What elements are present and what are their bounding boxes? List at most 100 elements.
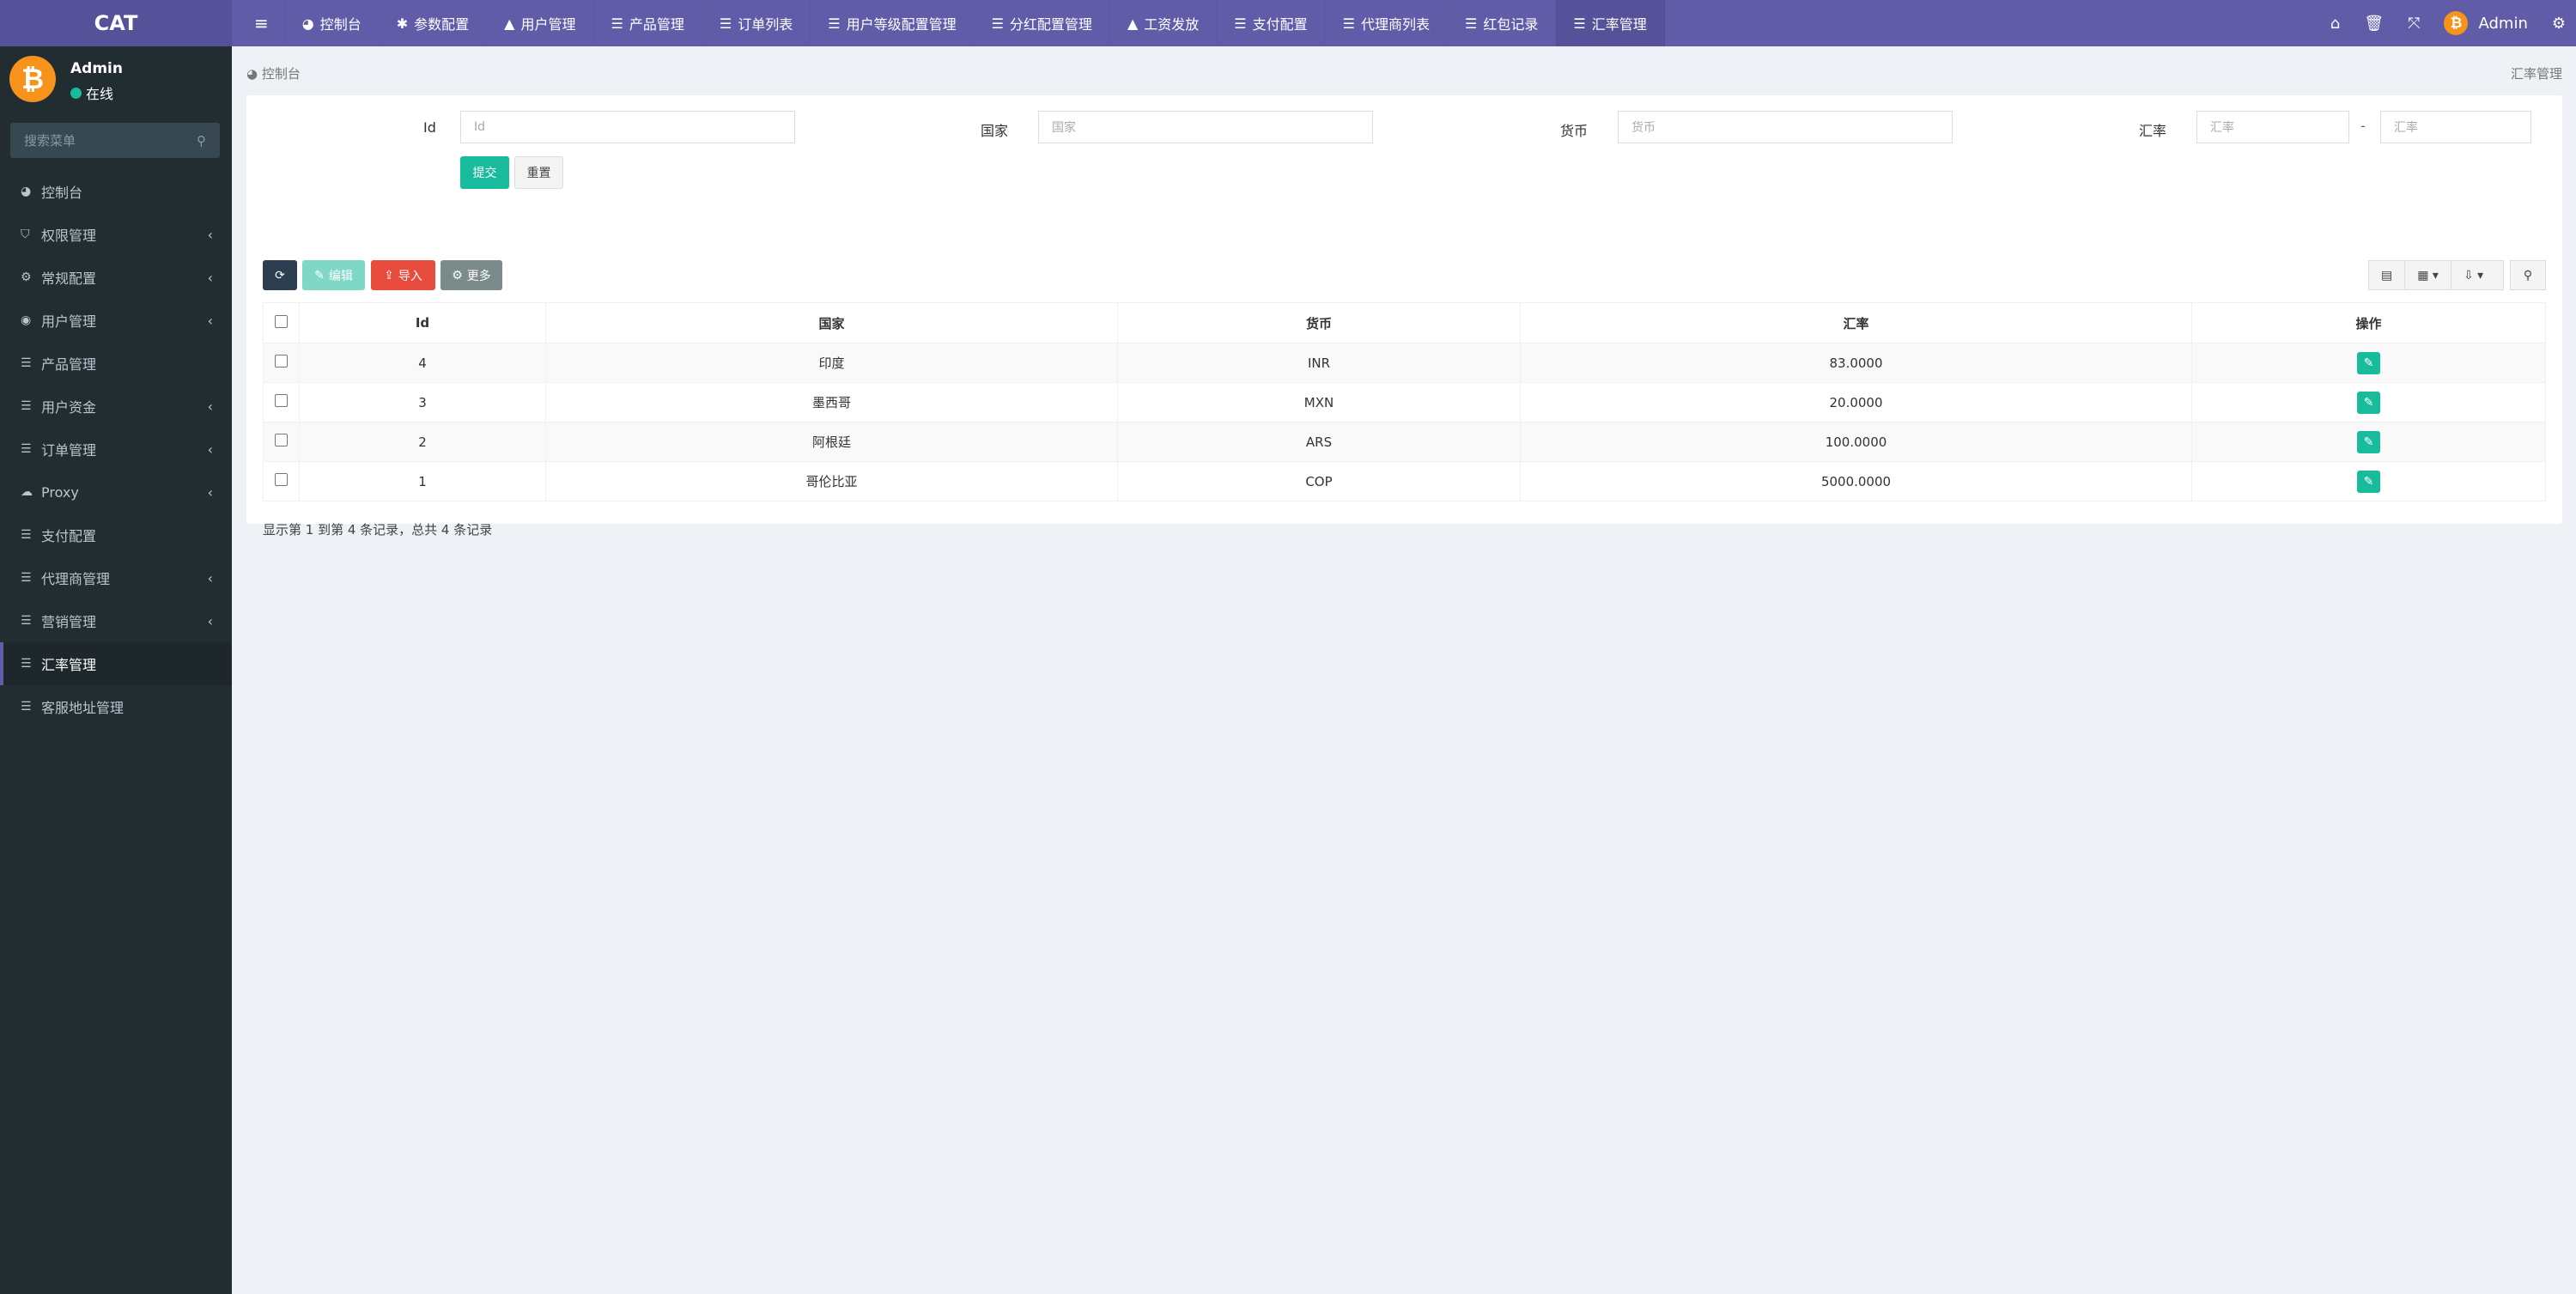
search-icon: ⚲ (2523, 268, 2533, 282)
sidebar-item[interactable]: ☰ 汇率管理 (0, 642, 232, 685)
cell-actions: ✎ (2191, 343, 2546, 383)
edit-button[interactable]: ✎ 编辑 (302, 260, 365, 290)
row-checkbox[interactable] (275, 473, 288, 486)
select-all-checkbox[interactable] (275, 314, 288, 328)
columns-icon[interactable]: ▦ ▾ (2405, 261, 2451, 289)
currency-input[interactable]: 货币 (1618, 111, 1953, 143)
nav-tab-label: 支付配置 (1252, 16, 1308, 33)
list-icon: ☰ (1342, 15, 1355, 32)
list-icon: ☰ (21, 399, 32, 413)
sidebar-item[interactable]: ◕ 控制台 (0, 170, 232, 213)
table-tools: ▤ ▦ ▾ ⇩ ▾ (2368, 260, 2504, 290)
sidebar-item[interactable]: ◉ 用户管理 ‹ (0, 299, 232, 342)
edit-row-button[interactable]: ✎ (2357, 430, 2380, 453)
table-row: 4 印度 INR 83.0000 ✎ (263, 343, 2546, 383)
nav-tab[interactable]: ☰ 分红配置管理 (975, 0, 1110, 46)
import-button[interactable]: ⇪ 导入 (371, 260, 435, 290)
list-icon: ☰ (1464, 15, 1478, 32)
user-menu[interactable]: ₿ Admin (2444, 11, 2528, 35)
more-button[interactable]: ⚙ 更多 (440, 260, 502, 290)
sidebar-item[interactable]: ☰ 产品管理 (0, 342, 232, 385)
gears-icon[interactable]: ⚙ (2552, 15, 2566, 33)
breadcrumb-home[interactable]: 控制台 (262, 66, 301, 82)
col-country[interactable]: 国家 (545, 302, 1118, 343)
sidebar-item-label: 汇率管理 (41, 657, 97, 673)
menu-icon: ≡ (254, 13, 269, 33)
status-dot-icon (70, 87, 82, 99)
nav-tab[interactable]: ☰ 用户等级配置管理 (811, 0, 975, 46)
sidebar-item[interactable]: ☰ 订单管理 ‹ (0, 428, 232, 471)
sidebar-item[interactable]: ☁ Proxy ‹ (0, 471, 232, 513)
export-icon[interactable]: ⇩ ▾ (2451, 261, 2495, 289)
sidebar-item[interactable]: ☰ 支付配置 (0, 513, 232, 556)
cell-id: 3 (299, 382, 546, 422)
cell-id: 1 (299, 461, 546, 501)
sidebar-toggle-button[interactable]: ≡ (232, 0, 285, 46)
nav-tab[interactable]: ✱ 参数配置 (380, 0, 488, 46)
sidebar-item[interactable]: ☰ 营销管理 ‹ (0, 599, 232, 642)
home-icon[interactable]: ⌂ (2330, 15, 2340, 33)
breadcrumb[interactable]: ◕ 控制台 (246, 64, 301, 82)
chevron-left-icon: ‹ (207, 483, 213, 501)
search-toggle-button[interactable]: ⚲ (2510, 260, 2546, 290)
toggle-view-icon[interactable]: ▤ (2369, 261, 2406, 289)
nav-tab[interactable]: ☰ 红包记录 (1448, 0, 1557, 46)
id-label: Id (423, 119, 436, 136)
trash-icon[interactable]: 🗑 (2364, 15, 2384, 33)
nav-tab[interactable]: ☰ 代理商列表 (1326, 0, 1448, 46)
nav-tab[interactable]: ☰ 汇率管理 (1556, 0, 1665, 46)
sidebar-item-label: 控制台 (41, 185, 83, 201)
id-input[interactable]: Id (460, 111, 795, 143)
sidebar-item[interactable]: ☰ 代理商管理 ‹ (0, 556, 232, 599)
list-icon: ☰ (21, 571, 32, 585)
rate-max-input[interactable]: 汇率 (2380, 111, 2531, 143)
nav-tab[interactable]: ◕ 控制台 (285, 0, 380, 46)
nav-tab[interactable]: ☰ 订单列表 (702, 0, 811, 46)
fullscreen-icon[interactable]: ⤧ (2408, 15, 2420, 33)
col-currency[interactable]: 货币 (1117, 302, 1521, 343)
main-content: ◕ 控制台 汇率管理 Id Id 国家 国家 货币 货币 汇率 汇率 - 汇率 … (232, 46, 2576, 1294)
edit-row-button[interactable]: ✎ (2357, 351, 2380, 374)
sidebar-item[interactable]: ⚙ 常规配置 ‹ (0, 256, 232, 299)
pagination-info: 显示第 1 到第 4 条记录，总共 4 条记录 (263, 522, 493, 538)
sidebar-item-label: 产品管理 (41, 356, 97, 373)
reset-button[interactable]: 重置 (514, 156, 563, 189)
rate-min-input[interactable]: 汇率 (2196, 111, 2349, 143)
row-checkbox[interactable] (275, 434, 288, 447)
search-icon[interactable]: ⚲ (197, 133, 206, 149)
logo[interactable]: CAT (0, 0, 232, 46)
nav-tab-label: 产品管理 (629, 16, 684, 33)
submit-button[interactable]: 提交 (460, 156, 509, 189)
sidebar-item[interactable]: ☰ 用户资金 ‹ (0, 385, 232, 428)
list-icon: ☰ (21, 657, 32, 671)
nav-tab[interactable]: ▲ 工资发放 (1110, 0, 1218, 46)
edit-row-button[interactable]: ✎ (2357, 391, 2380, 414)
nav-tab[interactable]: ☰ 产品管理 (594, 0, 702, 46)
col-actions: 操作 (2191, 302, 2546, 343)
gear-icon: ✱ (396, 15, 409, 32)
rates-table: Id 国家 货币 汇率 操作 4 印度 INR 83.0000 ✎ 3 墨西哥 MXN 20.0… (263, 302, 2546, 501)
nav-tab[interactable]: ☰ 支付配置 (1217, 0, 1326, 46)
sidebar-item[interactable]: ☰ 客服地址管理 (0, 685, 232, 728)
dashboard-icon: ◕ (246, 66, 262, 82)
nav-tab[interactable]: ▲ 用户管理 (487, 0, 594, 46)
list-icon: ☰ (21, 442, 32, 456)
select-cell (263, 382, 300, 422)
edit-row-button[interactable]: ✎ (2357, 470, 2380, 493)
dashboard-icon: ◕ (21, 185, 32, 198)
col-id[interactable]: Id (299, 302, 546, 343)
currency-label: 货币 (1560, 123, 1589, 139)
sidebar-item[interactable]: ⛉ 权限管理 ‹ (0, 213, 232, 256)
online-status: 在线 (70, 82, 113, 103)
menu-search-input[interactable]: 搜索菜单 ⚲ (10, 123, 220, 158)
nav-tab-label: 分红配置管理 (1009, 16, 1092, 33)
refresh-button[interactable]: ⟳ (263, 260, 297, 290)
pencil-icon: ✎ (314, 268, 325, 282)
row-checkbox[interactable] (275, 394, 288, 407)
row-checkbox[interactable] (275, 355, 288, 368)
refresh-icon: ⟳ (275, 268, 285, 282)
list-icon: ☰ (991, 15, 1004, 32)
shield-icon: ⛉ (21, 228, 30, 241)
col-rate[interactable]: 汇率 (1520, 302, 2192, 343)
country-input[interactable]: 国家 (1038, 111, 1373, 143)
